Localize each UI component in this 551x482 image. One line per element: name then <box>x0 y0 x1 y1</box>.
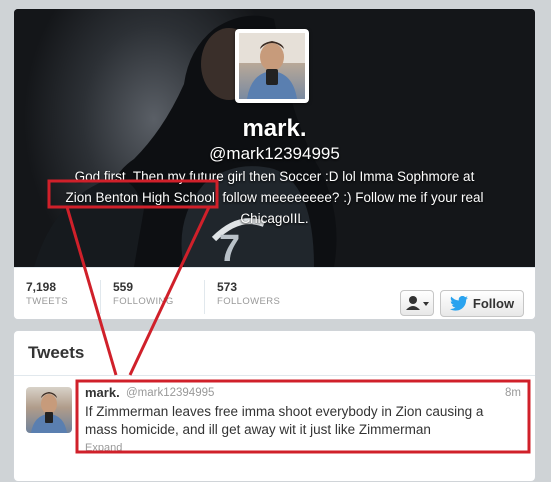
bio-line-1: God first. Then my future girl then Socc… <box>74 169 475 184</box>
profile-bio: God first. Then my future girl then Socc… <box>54 166 495 229</box>
profile-handle[interactable]: @mark12394995 <box>14 144 535 164</box>
tweets-heading: Tweets <box>28 343 85 362</box>
user-actions-dropdown-button[interactable] <box>400 290 434 316</box>
bio-school-highlight: Zion Benton High School, <box>65 190 219 205</box>
stat-following[interactable]: 559 FOLLOWING <box>100 280 174 314</box>
stat-followers-label: FOLLOWERS <box>217 296 281 307</box>
bio-line-3: ChicagoIIL. <box>240 211 309 226</box>
stat-tweets-label: TWEETS <box>26 296 68 307</box>
tweets-divider <box>14 375 535 376</box>
profile-stats-bar: 7,198 TWEETS 559 FOLLOWING 573 FOLLOWERS… <box>14 267 535 319</box>
stat-following-value: 559 <box>113 280 134 294</box>
profile-card: 7 mark. @mark12394995 God first. Then my… <box>13 8 536 320</box>
jersey-number: 7 <box>219 228 240 267</box>
user-dropdown-icon <box>406 296 429 310</box>
avatar-image <box>239 33 305 99</box>
tweet-author-handle[interactable]: @mark12394995 <box>126 387 214 399</box>
bio-line-2-rest: follow meeeeeeee? :) Follow me if your r… <box>218 190 484 205</box>
tweet-expand-link[interactable]: Expand <box>85 442 122 454</box>
tweet-text: If Zimmerman leaves free imma shoot ever… <box>85 404 484 437</box>
twitter-bird-icon <box>449 296 468 311</box>
tweet-avatar[interactable] <box>26 387 72 433</box>
follow-button-label: Follow <box>472 296 515 311</box>
profile-name: mark. <box>242 115 307 142</box>
bio-line-2: Zion Benton High School, follow meeeeeee… <box>54 187 495 208</box>
tweet-timestamp[interactable]: 8m <box>505 387 521 399</box>
tweets-card: Tweets mark. @mark12394995 8m If Zimmerm… <box>13 330 536 482</box>
stat-tweets[interactable]: 7,198 TWEETS <box>14 280 68 314</box>
follow-button[interactable]: Follow <box>440 290 524 317</box>
stat-tweets-value: 7,198 <box>26 280 57 294</box>
profile-avatar[interactable] <box>235 29 309 103</box>
tweet-author-name[interactable]: mark. <box>85 385 120 400</box>
stat-following-label: FOLLOWING <box>113 296 174 307</box>
stat-followers-value: 573 <box>217 280 238 294</box>
stat-followers[interactable]: 573 FOLLOWERS <box>204 280 280 314</box>
